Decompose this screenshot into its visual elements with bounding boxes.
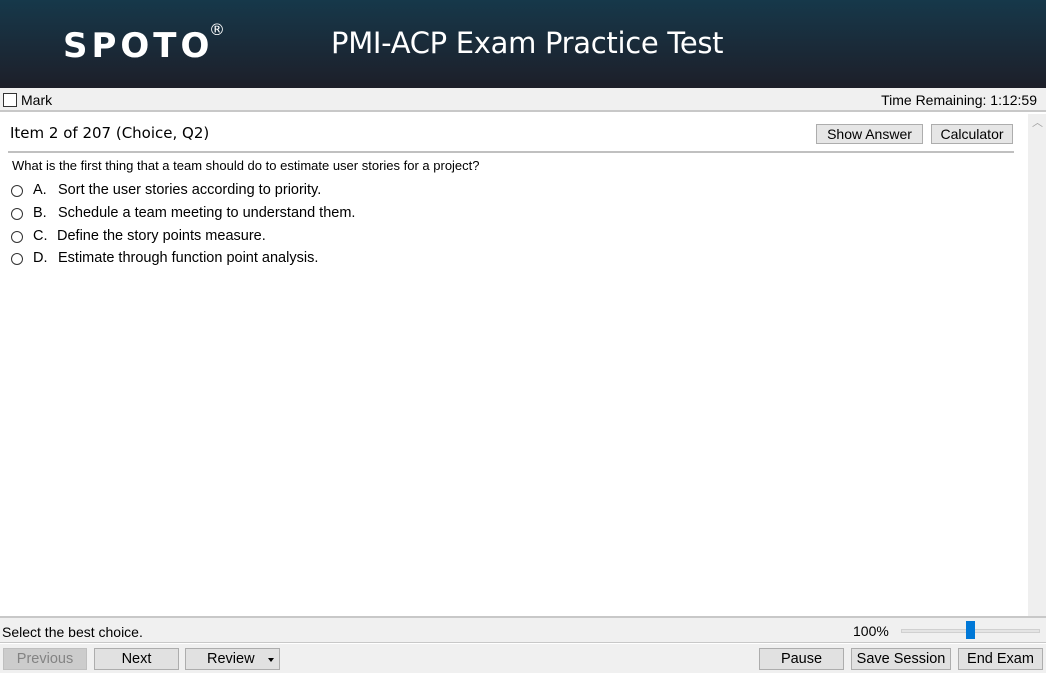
navigation-bar: Previous Next Review Pause Save Session … [0,644,1046,673]
app-title: PMI-ACP Exam Practice Test [331,26,724,60]
previous-button[interactable]: Previous [3,648,87,670]
option-letter: C. [33,228,48,244]
option-letter: B. [33,205,47,221]
status-bar: Select the best choice. 100% [0,616,1046,643]
show-answer-button[interactable]: Show Answer [816,124,923,144]
radio-button[interactable] [11,253,23,265]
option-text[interactable]: Define the story points measure. [57,228,266,244]
save-session-button[interactable]: Save Session [851,648,951,670]
review-button[interactable]: Review [185,648,280,670]
option-letter: A. [33,182,47,198]
option-text[interactable]: Estimate through function point analysis… [58,250,318,266]
registered-mark: ® [209,20,225,39]
time-remaining: Time Remaining: 1:12:59 [881,92,1037,108]
mark-checkbox[interactable] [3,93,17,107]
spoto-logo: SPOTO [63,26,214,66]
end-exam-button[interactable]: End Exam [958,648,1043,670]
divider [8,151,1014,153]
zoom-level: 100% [853,623,889,639]
option-letter: D. [33,250,48,266]
vertical-scrollbar[interactable]: ︿ [1028,114,1046,616]
app-header: SPOTO ® PMI-ACP Exam Practice Test [0,0,1046,88]
mark-bar: Mark Time Remaining: 1:12:59 [0,88,1046,112]
question-panel: Item 2 of 207 (Choice, Q2) Show Answer C… [0,114,1028,616]
caret-down-icon [268,658,274,662]
question-text: What is the first thing that a team shou… [12,158,480,173]
next-button[interactable]: Next [94,648,179,670]
option-text[interactable]: Schedule a team meeting to understand th… [58,205,355,221]
review-label: Review [207,651,255,667]
zoom-slider-thumb[interactable] [966,621,975,639]
radio-button[interactable] [11,231,23,243]
radio-button[interactable] [11,185,23,197]
option-text[interactable]: Sort the user stories according to prior… [58,182,321,198]
chevron-up-icon[interactable]: ︿ [1032,118,1043,129]
calculator-button[interactable]: Calculator [931,124,1013,144]
pause-button[interactable]: Pause [759,648,844,670]
instruction-text: Select the best choice. [2,624,143,640]
item-title: Item 2 of 207 (Choice, Q2) [10,124,210,142]
mark-label[interactable]: Mark [21,92,52,108]
radio-button[interactable] [11,208,23,220]
